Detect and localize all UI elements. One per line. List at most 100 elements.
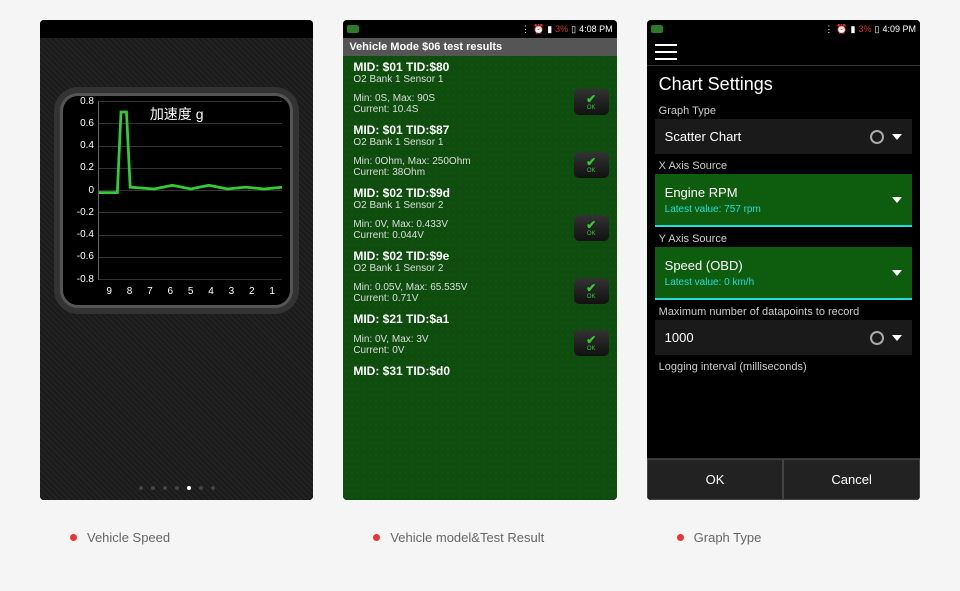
signal-icon: ▮ xyxy=(547,24,552,35)
app-icon xyxy=(347,25,359,33)
radio-icon xyxy=(870,331,884,345)
ok-badge: ✔OK xyxy=(574,89,609,115)
page-dots[interactable] xyxy=(139,486,215,490)
x-tick: 5 xyxy=(188,286,194,297)
bluetooth-icon: ⋮ xyxy=(824,24,833,35)
x-tick: 1 xyxy=(269,286,275,297)
radio-icon xyxy=(870,130,884,144)
result-item[interactable]: MID: $01 TID:$80O2 Bank 1 Sensor 1 Min: 0… xyxy=(343,56,616,119)
statusbar: ⋮ ⏰ ▮ 3% ▯ 4:09 PM xyxy=(647,20,920,38)
x-tick: 8 xyxy=(127,286,133,297)
caption-1: Vehicle Speed xyxy=(40,530,313,545)
result-head: MID: $21 TID:$a1 xyxy=(353,312,606,326)
result-head: MID: $31 TID:$d0 xyxy=(353,364,606,378)
gauge-screen: 加速度 g 0.80.60.40.20-0.2-0.4-0.6-0.8 9876… xyxy=(40,38,313,500)
graph-type-select[interactable]: Scatter Chart xyxy=(655,119,912,154)
phone-vehicle-speed: 加速度 g 0.80.60.40.20-0.2-0.4-0.6-0.8 9876… xyxy=(40,20,313,500)
phone-chart-settings: ⋮ ⏰ ▮ 3% ▯ 4:09 PM Chart Settings Graph … xyxy=(647,20,920,500)
y-axis-select[interactable]: Speed (OBD) Latest value: 0 km/h xyxy=(655,247,912,300)
bluetooth-icon: ⋮ xyxy=(521,24,530,35)
battery-pct: 3% xyxy=(858,24,871,34)
y-tick: 0.6 xyxy=(69,118,94,129)
y-tick: -0.6 xyxy=(69,251,94,262)
y-tick: 0 xyxy=(69,185,94,196)
y-axis-sub: Latest value: 0 km/h xyxy=(665,277,755,288)
chevron-down-icon xyxy=(892,197,902,203)
x-tick: 7 xyxy=(147,286,153,297)
result-sub: O2 Bank 1 Sensor 1 xyxy=(353,74,606,85)
x-axis-select[interactable]: Engine RPM Latest value: 757 rpm xyxy=(655,174,912,227)
result-head: MID: $01 TID:$80 xyxy=(353,60,606,74)
alarm-icon: ⏰ xyxy=(533,24,544,35)
x-tick: 2 xyxy=(249,286,255,297)
result-sub: O2 Bank 1 Sensor 1 xyxy=(353,137,606,148)
x-tick: 4 xyxy=(208,286,214,297)
signal-icon: ▮ xyxy=(851,24,856,35)
x-axis-label: X Axis Source xyxy=(651,154,916,174)
statusbar xyxy=(40,20,313,38)
ok-badge: ✔OK xyxy=(574,330,609,356)
result-head: MID: $02 TID:$9e xyxy=(353,249,606,263)
dialog-buttons: OK Cancel xyxy=(647,458,920,500)
result-values: Min: 0Ohm, Max: 250OhmCurrent: 38Ohm xyxy=(353,156,606,178)
ok-badge: ✔OK xyxy=(574,215,609,241)
x-tick: 3 xyxy=(229,286,235,297)
cancel-button[interactable]: Cancel xyxy=(783,459,920,500)
menu-icon[interactable] xyxy=(655,44,677,60)
result-head: MID: $01 TID:$87 xyxy=(353,123,606,137)
check-icon: ✔ xyxy=(586,93,596,105)
results-list[interactable]: MID: $01 TID:$80O2 Bank 1 Sensor 1Min: 0… xyxy=(343,56,616,498)
bullet-icon xyxy=(373,534,380,541)
check-icon: ✔ xyxy=(586,219,596,231)
battery-icon: ▯ xyxy=(875,24,880,35)
result-sub: O2 Bank 1 Sensor 2 xyxy=(353,200,606,211)
chevron-down-icon xyxy=(892,270,902,276)
result-head: MID: $02 TID:$9d xyxy=(353,186,606,200)
result-values: Min: 0S, Max: 90SCurrent: 10.4S xyxy=(353,93,606,115)
y-tick: 0.2 xyxy=(69,162,94,173)
check-icon: ✔ xyxy=(586,334,596,346)
y-tick: -0.8 xyxy=(69,274,94,285)
check-icon: ✔ xyxy=(586,282,596,294)
max-dp-select[interactable]: 1000 xyxy=(655,320,912,355)
graph-type-label: Graph Type xyxy=(651,99,916,119)
result-item[interactable]: MID: $02 TID:$9dO2 Bank 1 Sensor 2 Min: 0… xyxy=(343,182,616,245)
gauge-plot: 0.80.60.40.20-0.2-0.4-0.6-0.8 987654321 xyxy=(98,101,282,280)
result-item[interactable]: MID: $01 TID:$87O2 Bank 1 Sensor 1 Min: 0… xyxy=(343,119,616,182)
check-icon: ✔ xyxy=(586,156,596,168)
page-title: Chart Settings xyxy=(647,66,920,99)
y-axis-value: Speed (OBD) xyxy=(665,258,743,273)
app-icon xyxy=(651,25,663,33)
chevron-down-icon xyxy=(892,134,902,140)
result-values: Min: 0.05V, Max: 65.535VCurrent: 0.71V xyxy=(353,282,606,304)
acceleration-gauge: 加速度 g 0.80.60.40.20-0.2-0.4-0.6-0.8 9876… xyxy=(60,93,293,308)
y-tick: -0.2 xyxy=(69,207,94,218)
ok-badge: ✔OK xyxy=(574,152,609,178)
result-item[interactable]: MID: $31 TID:$d0 xyxy=(343,360,616,382)
x-axis-sub: Latest value: 757 rpm xyxy=(665,204,761,215)
result-item[interactable]: MID: $21 TID:$a1Min: 0V, Max: 3VCurrent:… xyxy=(343,308,616,360)
result-values: Min: 0V, Max: 0.433VCurrent: 0.044V xyxy=(353,219,606,241)
action-bar xyxy=(647,38,920,66)
phone-test-results: ⋮ ⏰ ▮ 3% ▯ 4:08 PM Vehicle Mode $06 test… xyxy=(343,20,616,500)
chart-line xyxy=(99,101,282,284)
test-results-screen: Vehicle Mode $06 test results MID: $01 T… xyxy=(343,38,616,500)
interval-label: Logging interval (milliseconds) xyxy=(651,355,916,375)
clock: 4:09 PM xyxy=(882,24,916,34)
chart-settings-screen: Chart Settings Graph Type Scatter Chart … xyxy=(647,38,920,500)
result-item[interactable]: MID: $02 TID:$9eO2 Bank 1 Sensor 2 Min: 0… xyxy=(343,245,616,308)
ok-button[interactable]: OK xyxy=(647,459,784,500)
statusbar: ⋮ ⏰ ▮ 3% ▯ 4:08 PM xyxy=(343,20,616,38)
y-tick: 0.4 xyxy=(69,140,94,151)
x-axis-value: Engine RPM xyxy=(665,185,738,200)
alarm-icon: ⏰ xyxy=(836,24,847,35)
max-dp-value: 1000 xyxy=(665,330,694,345)
caption-2: Vehicle model&Test Result xyxy=(343,530,616,545)
result-sub: O2 Bank 1 Sensor 2 xyxy=(353,263,606,274)
chevron-down-icon xyxy=(892,335,902,341)
max-dp-label: Maximum number of datapoints to record xyxy=(651,300,916,320)
y-tick: -0.4 xyxy=(69,229,94,240)
bullet-icon xyxy=(677,534,684,541)
graph-type-value: Scatter Chart xyxy=(665,129,742,144)
screen-header: Vehicle Mode $06 test results xyxy=(343,38,616,56)
